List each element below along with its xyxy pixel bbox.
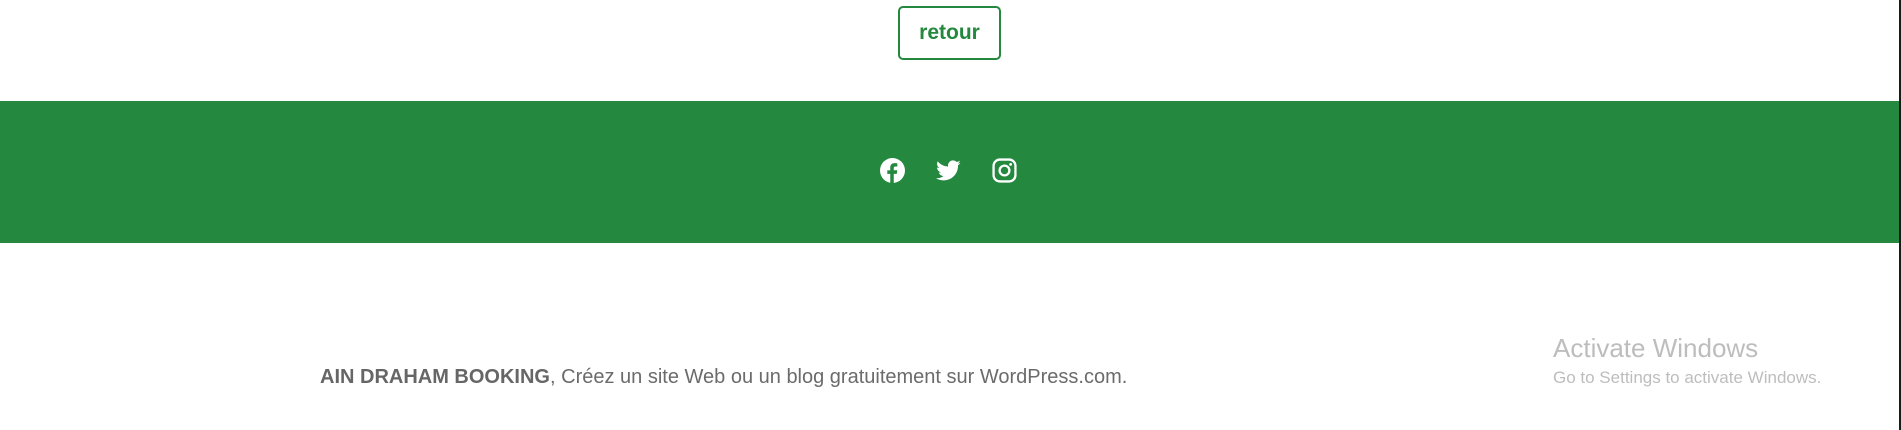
credit-separator: ,: [550, 366, 562, 388]
instagram-icon: [992, 158, 1017, 183]
page: retour AIN DRAHAM BOOKING, Créez un site…: [0, 0, 1901, 430]
site-name-link[interactable]: AIN DRAHAM BOOKING: [320, 366, 550, 388]
credit-period: .: [1121, 366, 1128, 388]
site-credit: AIN DRAHAM BOOKING, Créez un site Web ou…: [320, 366, 1127, 389]
activate-windows-title: Activate Windows: [1553, 333, 1759, 363]
back-button[interactable]: retour: [898, 6, 1001, 60]
twitter-link[interactable]: [936, 158, 961, 183]
twitter-icon: [936, 160, 961, 181]
activate-windows-watermark: Activate Windows Go to Settings to activ…: [1553, 332, 1821, 390]
instagram-link[interactable]: [992, 158, 1017, 183]
facebook-link[interactable]: [880, 158, 905, 183]
facebook-icon: [880, 158, 905, 183]
wordpress-credit-link[interactable]: Créez un site Web ou un blog gratuitemen…: [561, 366, 1122, 388]
activate-windows-subtitle: Go to Settings to activate Windows.: [1553, 368, 1822, 387]
social-links: [880, 158, 1017, 183]
